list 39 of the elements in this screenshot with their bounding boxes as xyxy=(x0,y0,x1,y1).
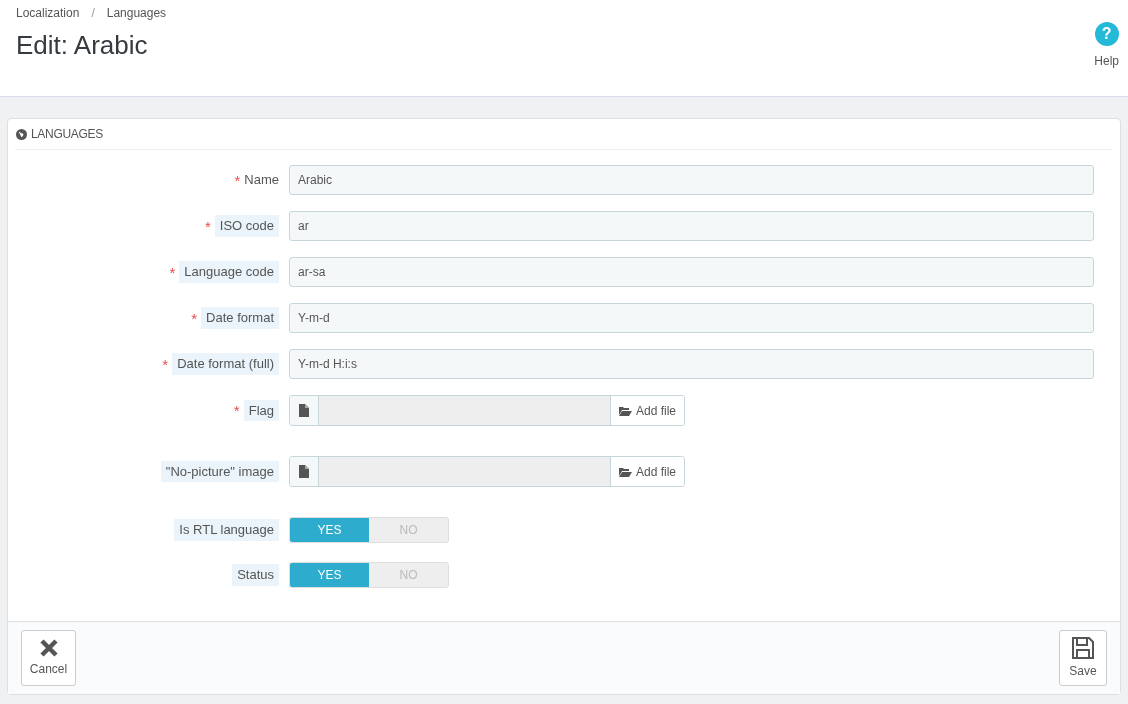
document-icon xyxy=(299,404,309,417)
save-button[interactable]: Save xyxy=(1059,630,1107,686)
folder-icon xyxy=(618,466,632,477)
text-field[interactable]: ar xyxy=(289,211,1094,241)
field-label: Name xyxy=(244,171,279,190)
field-label: Is RTL language xyxy=(174,519,279,541)
help-button[interactable]: ? Help xyxy=(1094,0,1119,96)
text-field[interactable]: ar-sa xyxy=(289,257,1094,287)
panel-heading: LANGUAGES xyxy=(31,126,103,143)
add-file-button[interactable]: Add file xyxy=(609,457,684,486)
required-asterisk: * xyxy=(162,356,169,372)
close-icon xyxy=(38,638,59,658)
field-label: Status xyxy=(232,564,279,586)
field-label: Date format xyxy=(201,307,279,329)
file-field[interactable]: Add file xyxy=(289,395,685,426)
breadcrumb-link[interactable]: Localization xyxy=(16,4,80,22)
required-asterisk: * xyxy=(233,403,240,418)
page-title: Edit: Arabic xyxy=(16,29,149,62)
text-field[interactable]: Arabic xyxy=(289,165,1094,195)
required-asterisk: * xyxy=(234,172,241,188)
file-field[interactable]: Add file xyxy=(289,456,685,487)
document-icon xyxy=(299,465,309,478)
required-asterisk: * xyxy=(204,218,211,234)
breadcrumb-separator: / xyxy=(91,5,95,22)
required-asterisk: * xyxy=(191,310,198,326)
field-label: Language code xyxy=(179,261,279,283)
field-label: Date format (full) xyxy=(172,353,279,375)
field-label: "No-picture" image xyxy=(160,460,279,483)
help-icon: ? xyxy=(1094,22,1119,46)
field-label: Flag xyxy=(243,399,279,422)
required-asterisk: * xyxy=(169,264,176,280)
folder-icon xyxy=(618,405,632,416)
text-field[interactable]: Y-m-d xyxy=(289,303,1094,333)
globe-icon xyxy=(16,128,27,140)
cancel-button[interactable]: Cancel xyxy=(21,630,76,686)
text-field[interactable]: Y-m-d H:i:s xyxy=(289,349,1094,379)
breadcrumb-link[interactable]: Languages xyxy=(106,4,167,22)
add-file-button[interactable]: Add file xyxy=(609,396,684,425)
field-label: ISO code xyxy=(214,215,279,237)
